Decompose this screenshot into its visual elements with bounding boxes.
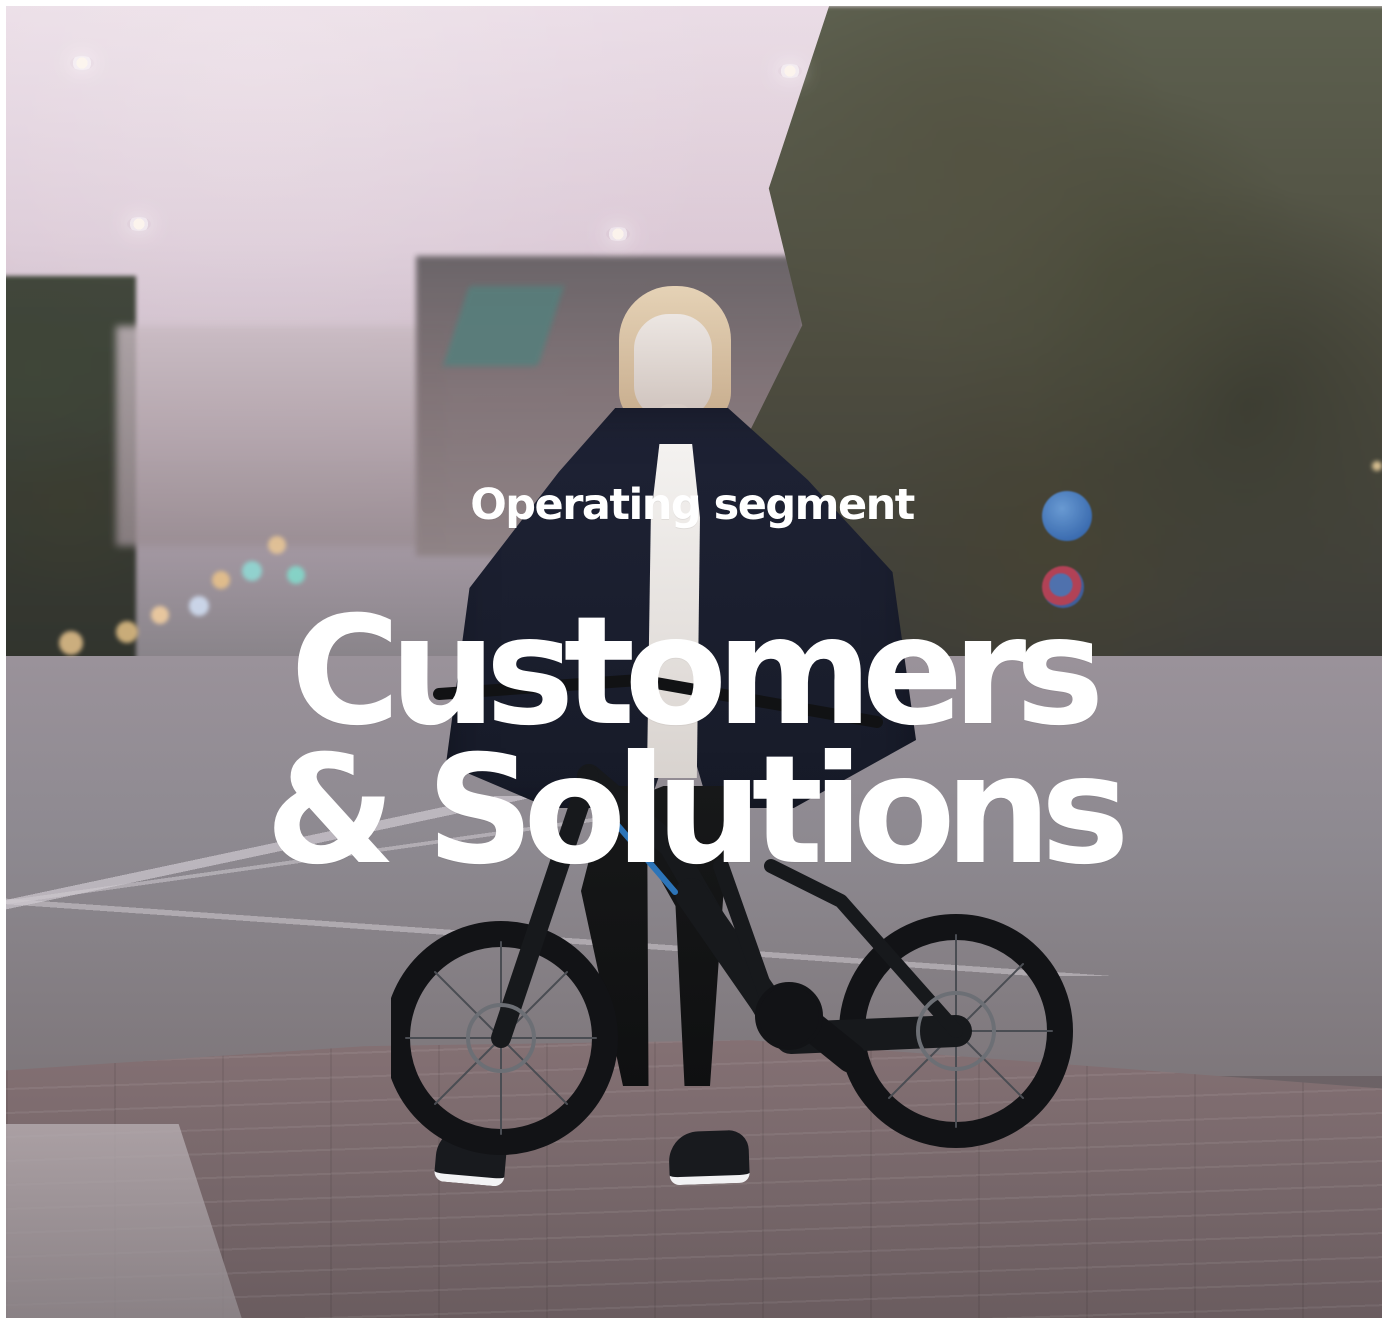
bokeh-light	[151, 606, 169, 624]
street-lamp-light	[70, 56, 94, 70]
street-lamp-light	[778, 64, 802, 78]
bokeh-light	[287, 566, 305, 584]
no-parking-sign	[1042, 566, 1084, 608]
bokeh-light	[189, 596, 209, 616]
bokeh-light	[212, 571, 230, 589]
bokeh-light	[242, 561, 262, 581]
front-fork	[491, 766, 599, 1048]
street-lamp-light	[606, 227, 630, 241]
electric-bike	[391, 674, 1073, 1155]
bokeh-light	[59, 631, 83, 655]
far-buildings	[116, 326, 446, 546]
bokeh-light	[116, 621, 138, 643]
bokeh-light	[268, 536, 286, 554]
handlebar	[433, 674, 883, 728]
bokeh-light	[1372, 461, 1382, 471]
street-lamp-light	[127, 217, 151, 231]
hero-photo	[6, 6, 1382, 1318]
face	[634, 314, 712, 418]
bike-motor	[755, 982, 823, 1050]
blue-road-sign	[1042, 491, 1092, 541]
traffic-signs	[1042, 491, 1132, 631]
